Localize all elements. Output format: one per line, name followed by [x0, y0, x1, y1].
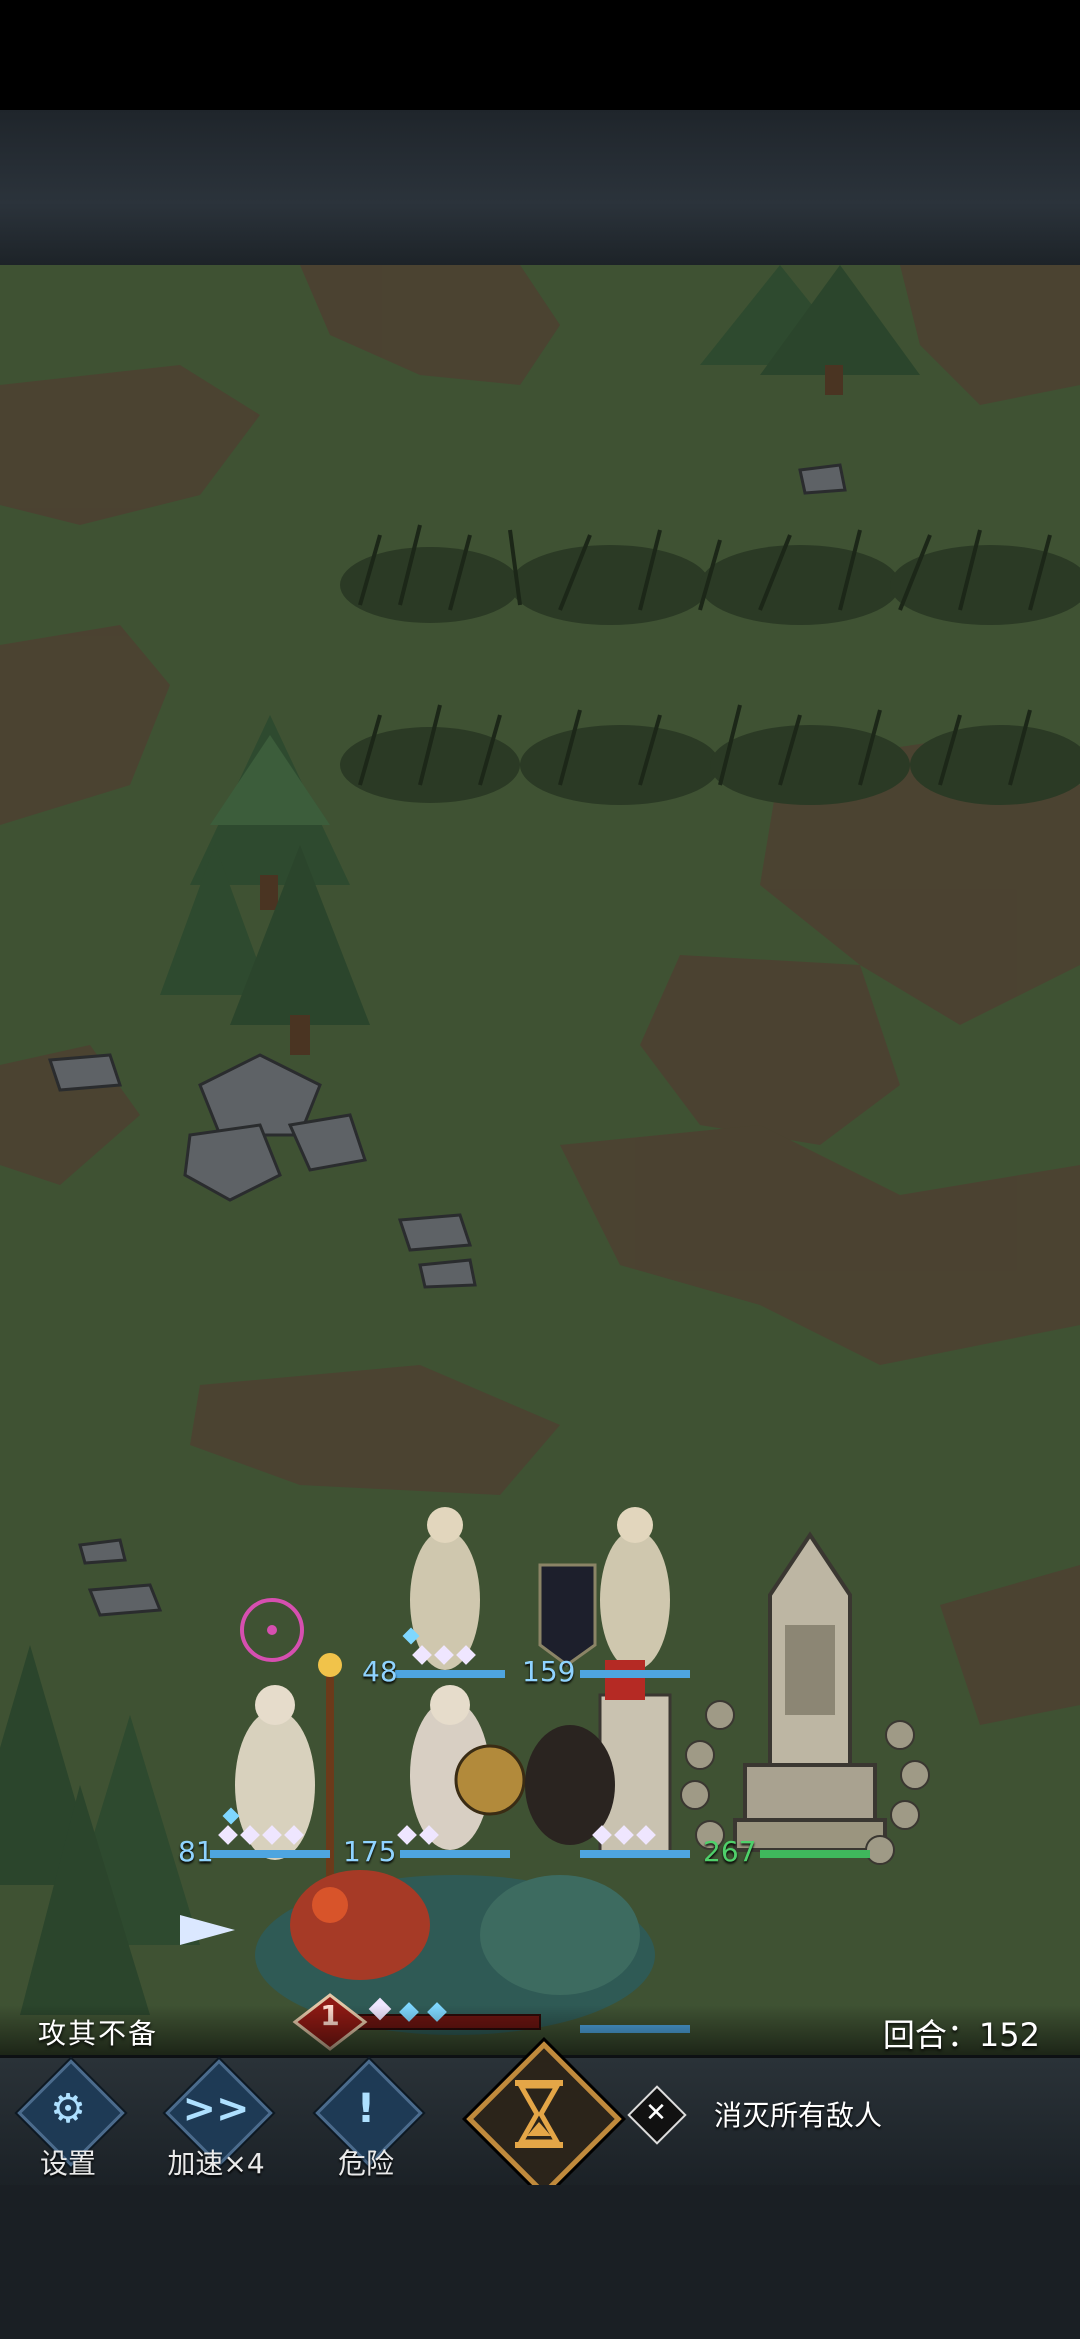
crossed-swords-icon: ✕	[645, 2098, 667, 2128]
fast-forward-icon: >>	[182, 2086, 250, 2132]
end-turn-button[interactable]	[466, 2041, 622, 2197]
event-text: 攻其不备	[38, 2017, 159, 2050]
hp-label-unit-2: 159	[522, 1655, 576, 1688]
top-letterbox	[0, 0, 1080, 110]
objective: ✕ 消灭所有敌人	[627, 2085, 1064, 2145]
danger-button[interactable]: ! 危险	[306, 2059, 426, 2180]
bottom-letterbox	[0, 2185, 1080, 2339]
hourglass-icon	[515, 2080, 563, 2148]
gear-icon: ⚙	[50, 2086, 86, 2132]
danger-label: 危险	[337, 2147, 394, 2180]
hp-label-obelisk: 267	[703, 1835, 757, 1868]
speed-label: 加速×4	[167, 2147, 265, 2180]
flag-marker	[180, 1915, 235, 1985]
hp-label-unit-4: 175	[343, 1835, 397, 1868]
obelisk	[733, 1531, 887, 1852]
hp-label-unit-3: 81	[178, 1835, 214, 1868]
top-frame	[0, 110, 1080, 268]
settings-label: 设置	[39, 2147, 96, 2180]
round-counter: 回合：152	[882, 2016, 1040, 2054]
hp-label-unit-1: 48	[362, 1655, 398, 1688]
speed-button[interactable]: >> 加速×4	[156, 2059, 276, 2180]
settings-button[interactable]: ⚙ 设置	[8, 2059, 128, 2180]
map-terrain	[0, 265, 1080, 2051]
exclamation-icon: !	[356, 2086, 376, 2132]
battle-map[interactable]: 48 159 81 175 267 1	[0, 265, 1080, 2055]
objective-text: 消灭所有敌人	[714, 2099, 883, 2132]
